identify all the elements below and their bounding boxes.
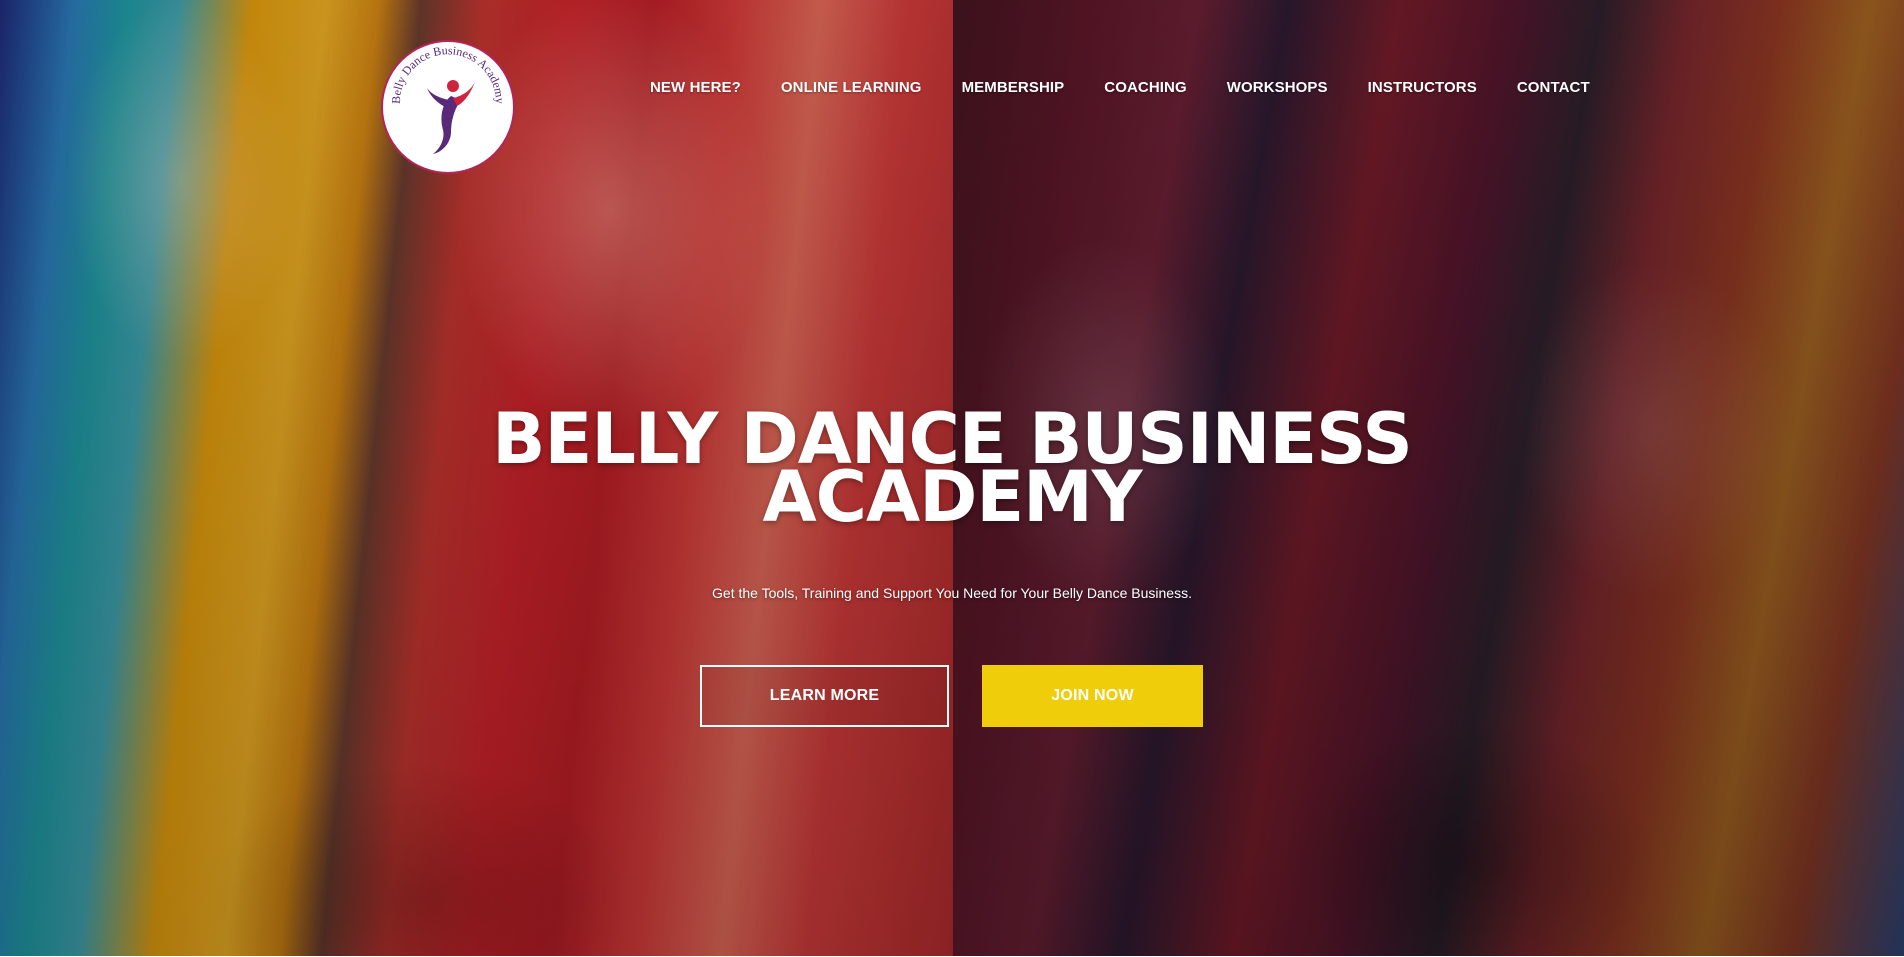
main-navigation: NEW HERE? ONLINE LEARNING MEMBERSHIP COA… bbox=[630, 76, 1610, 100]
nav-item-instructors[interactable]: INSTRUCTORS bbox=[1348, 76, 1497, 100]
dancer-logo-icon: Belly Dance Business Academy bbox=[389, 43, 507, 154]
hero-section: Belly Dance Business Academy NEW HERE? O… bbox=[0, 0, 1904, 956]
nav-item-membership[interactable]: MEMBERSHIP bbox=[942, 76, 1085, 100]
svg-text:Belly Dance Business Academy: Belly Dance Business Academy bbox=[389, 43, 507, 104]
nav-item-contact[interactable]: CONTACT bbox=[1497, 76, 1610, 100]
learn-more-button[interactable]: LEARN MORE bbox=[700, 665, 949, 727]
hero-title-line-2: ACADEMY bbox=[762, 456, 1143, 538]
logo-text: Belly Dance Business Academy bbox=[389, 43, 507, 104]
nav-item-online-learning[interactable]: ONLINE LEARNING bbox=[761, 76, 942, 100]
nav-item-workshops[interactable]: WORKSHOPS bbox=[1207, 76, 1348, 100]
join-now-button[interactable]: JOIN NOW bbox=[982, 665, 1203, 727]
hero-subtitle: Get the Tools, Training and Support You … bbox=[712, 585, 1192, 601]
hero-title: BELLY DANCE BUSINESS ACADEMY bbox=[452, 404, 1452, 532]
nav-item-coaching[interactable]: COACHING bbox=[1084, 76, 1206, 100]
site-logo[interactable]: Belly Dance Business Academy bbox=[381, 40, 515, 174]
nav-item-new-here[interactable]: NEW HERE? bbox=[630, 76, 761, 100]
